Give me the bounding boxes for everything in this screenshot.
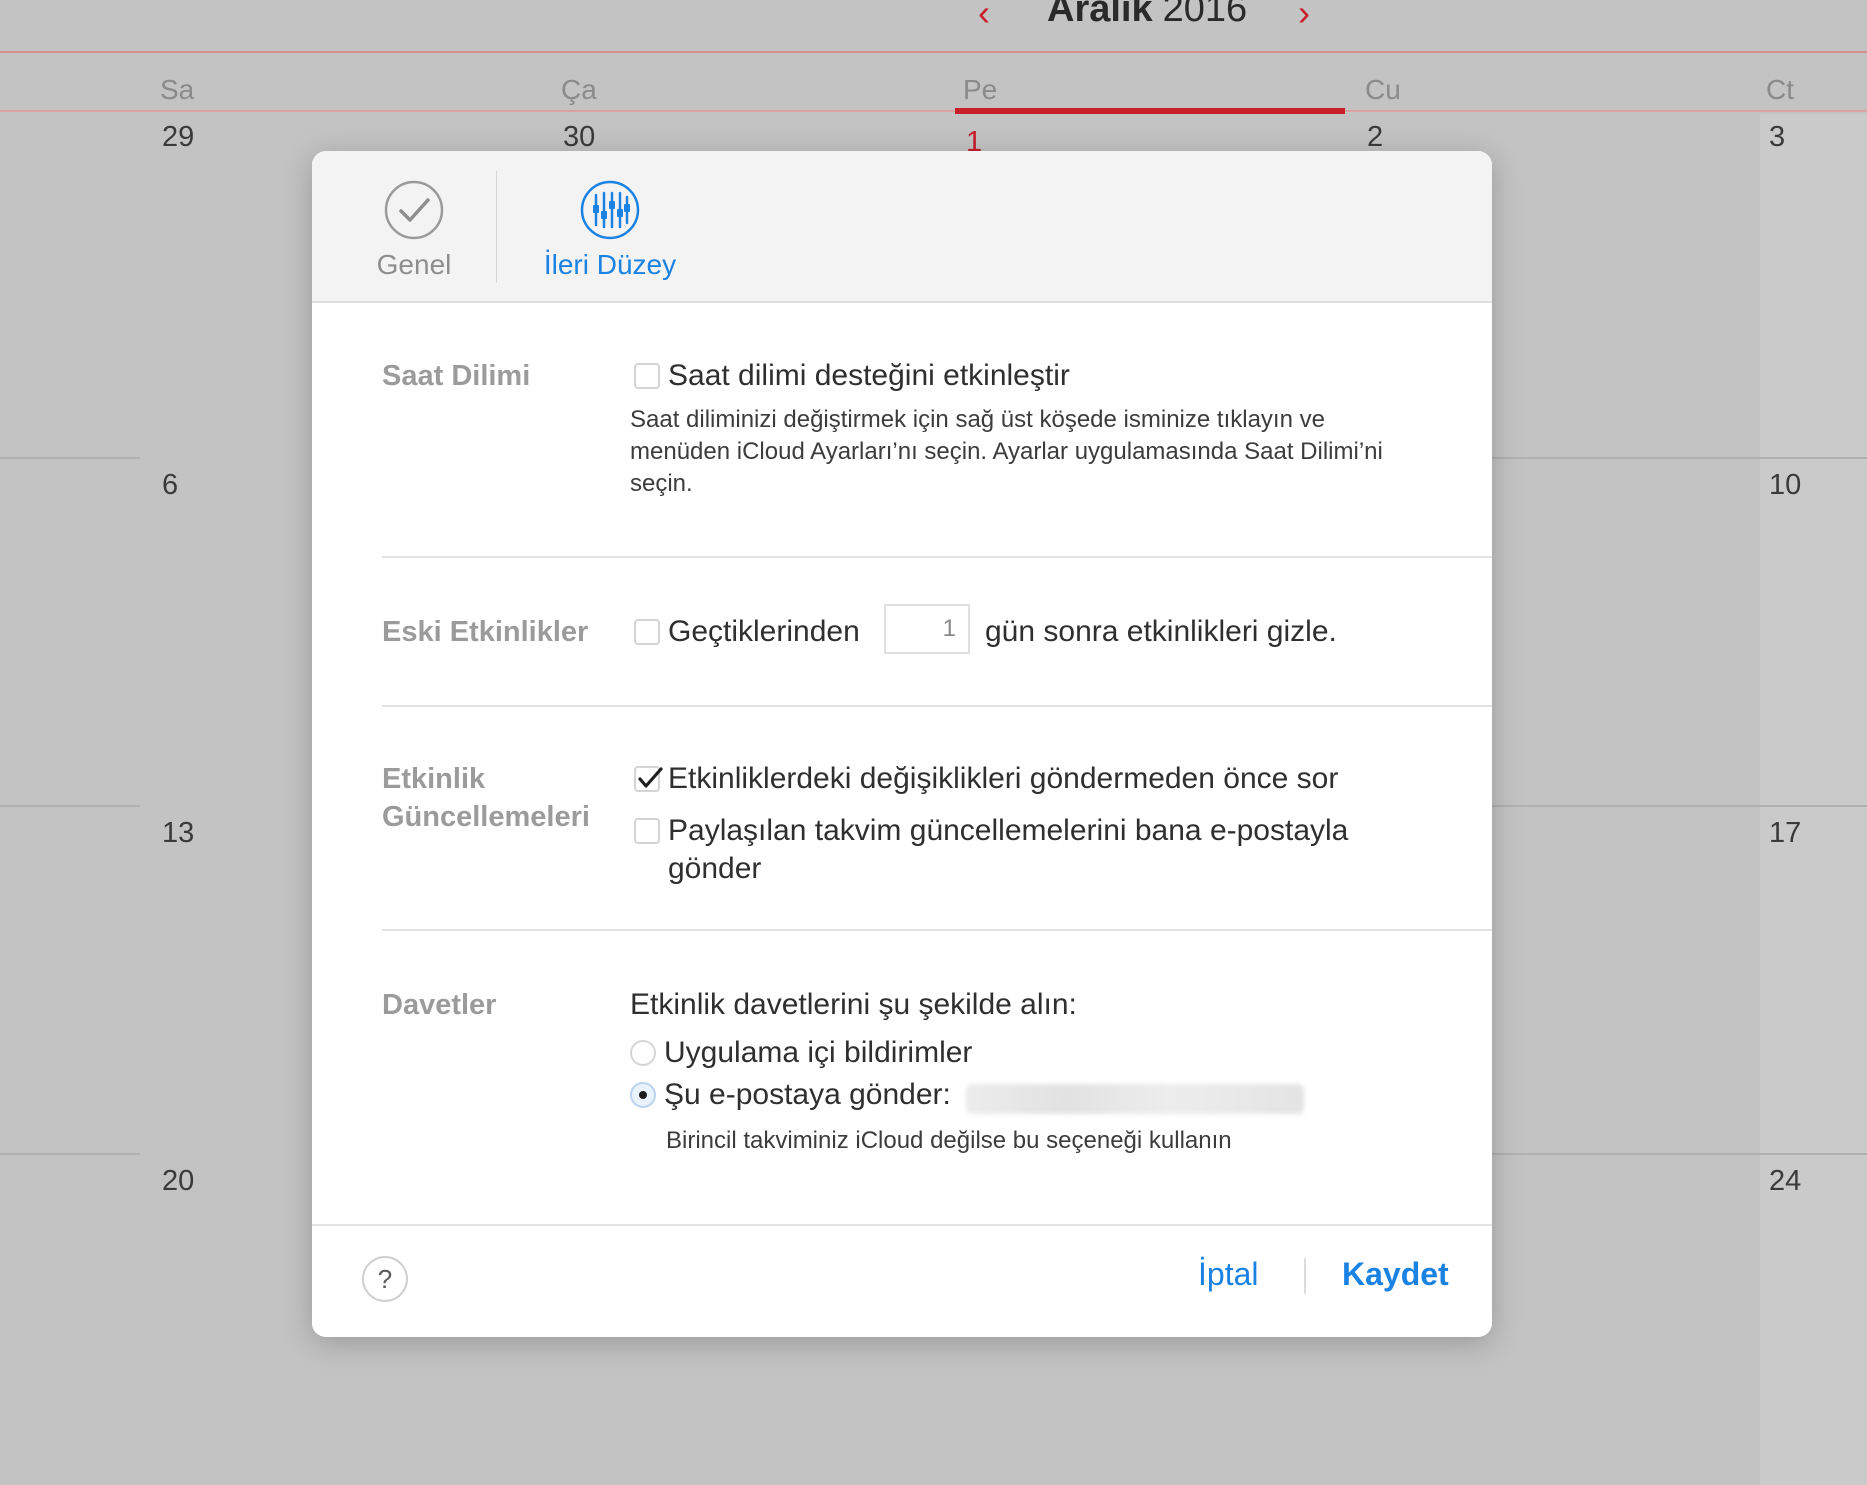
- timezone-section-label: Saat Dilimi: [382, 360, 531, 392]
- send-to-email-note: Birincil takviminiz iCloud değilse bu se…: [666, 1127, 1232, 1154]
- dayname-divider: [0, 110, 1867, 112]
- help-button[interactable]: ?: [362, 1256, 408, 1302]
- section-divider: [382, 705, 1492, 707]
- calendar-header: ‹ Aralık 2016 ›: [0, 0, 1867, 52]
- date-cell[interactable]: 2: [1367, 121, 1383, 154]
- event-updates-label-line2: Güncellemeleri: [382, 801, 590, 833]
- today-indicator: [955, 108, 1345, 114]
- date-cell[interactable]: 30: [563, 121, 595, 154]
- dialog-toolbar: Genel İleri Düzey: [312, 151, 1492, 303]
- dialog-footer: ? İptal Kaydet: [312, 1224, 1492, 1337]
- send-to-email-radio[interactable]: [630, 1082, 656, 1108]
- tab-general-label: Genel: [376, 249, 452, 280]
- dayname-tue: Sa: [160, 74, 195, 105]
- month-label: Aralık: [1047, 0, 1153, 30]
- cancel-button[interactable]: İptal: [1198, 1256, 1258, 1293]
- email-shared-updates-label-line1: Paylaşılan takvim güncellemelerini bana …: [668, 814, 1349, 847]
- week-divider: [1492, 805, 1867, 807]
- timezone-help-text: Saat diliminizi değiştirmek için sağ üst…: [630, 406, 1383, 497]
- header-divider: [0, 51, 1867, 53]
- week-divider: [0, 1153, 140, 1155]
- date-cell[interactable]: 17: [1769, 817, 1801, 850]
- email-shared-updates-checkbox[interactable]: [634, 818, 660, 844]
- ask-before-send-checkbox[interactable]: [634, 766, 663, 792]
- calendar-title: Aralık 2016: [1047, 0, 1247, 31]
- dayname-sat: Ct: [1766, 74, 1794, 105]
- year-label: 2016: [1162, 0, 1248, 30]
- tab-divider: [496, 171, 497, 283]
- old-events-suffix: gün sonra etkinlikleri gizle.: [985, 615, 1337, 648]
- ask-before-send-label: Etkinliklerdeki değişiklikleri göndermed…: [668, 762, 1339, 795]
- event-updates-label-line1: Etkinlik: [382, 763, 486, 795]
- week-divider: [0, 805, 140, 807]
- weekend-column: [1760, 114, 1867, 1485]
- date-cell[interactable]: 20: [162, 1165, 194, 1198]
- email-address-redacted: [966, 1084, 1304, 1114]
- week-divider: [1492, 457, 1867, 459]
- tab-general[interactable]: Genel: [354, 179, 474, 281]
- section-divider: [382, 929, 1492, 931]
- preferences-dialog: Genel İleri Düzey Saat Dilimi Saat dilim…: [312, 151, 1492, 1337]
- timezone-checkbox-label: Saat dilimi desteğini etkinleştir: [668, 359, 1070, 392]
- dayname-fri: Cu: [1365, 74, 1401, 105]
- week-divider: [0, 457, 140, 459]
- in-app-notifications-label: Uygulama içi bildirimler: [664, 1036, 973, 1069]
- checkmark-icon: [638, 767, 663, 788]
- in-app-notifications-radio[interactable]: [630, 1040, 656, 1066]
- date-cell[interactable]: 13: [162, 817, 194, 850]
- date-cell[interactable]: 24: [1769, 1165, 1801, 1198]
- invitations-intro: Etkinlik davetlerini şu şekilde alın:: [630, 988, 1077, 1021]
- sliders-icon: [580, 180, 640, 240]
- week-divider: [1492, 1153, 1867, 1155]
- dayname-wed: Ça: [561, 74, 597, 105]
- next-month-icon[interactable]: ›: [1298, 0, 1310, 34]
- old-events-prefix: Geçtiklerinden: [668, 615, 860, 648]
- date-cell[interactable]: 3: [1769, 121, 1785, 154]
- previous-month-icon[interactable]: ‹: [978, 0, 990, 34]
- send-to-email-label: Şu e-postaya gönder:: [664, 1078, 951, 1111]
- invitations-section-label: Davetler: [382, 989, 497, 1021]
- dayname-thu: Pe: [963, 74, 998, 105]
- tab-advanced[interactable]: İleri Düzey: [520, 179, 700, 281]
- date-cell[interactable]: 10: [1769, 469, 1801, 502]
- section-divider: [382, 556, 1492, 558]
- checkmark-circle-icon: [384, 180, 444, 240]
- date-cell[interactable]: 6: [162, 469, 178, 502]
- email-shared-updates-label-line2: gönder: [668, 852, 762, 885]
- save-button[interactable]: Kaydet: [1342, 1256, 1449, 1293]
- old-events-checkbox[interactable]: [634, 619, 660, 645]
- timezone-checkbox[interactable]: [634, 363, 660, 389]
- date-cell[interactable]: 29: [162, 121, 194, 154]
- old-events-section-label: Eski Etkinlikler: [382, 616, 589, 648]
- old-events-days-input[interactable]: [884, 604, 970, 654]
- footer-divider: [1304, 1258, 1306, 1294]
- tab-advanced-label: İleri Düzey: [543, 249, 677, 280]
